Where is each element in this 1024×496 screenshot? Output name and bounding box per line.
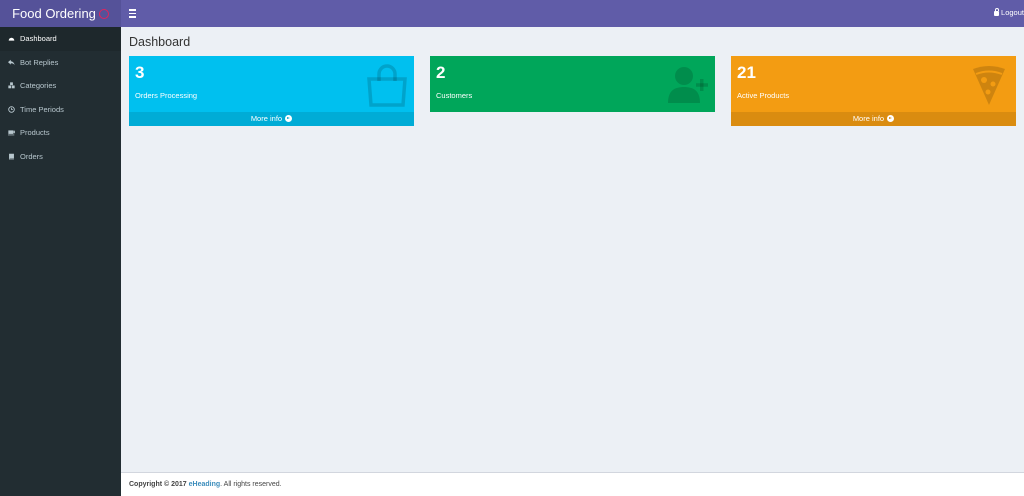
orders-processing-count: 3 [135, 63, 145, 82]
customers-count: 2 [436, 63, 446, 82]
active-products-count: 21 [737, 63, 756, 82]
book-icon [8, 153, 15, 160]
sidebar-item-orders[interactable]: Orders [0, 145, 121, 169]
orders-more-info-link[interactable]: More info [129, 112, 414, 126]
rights-text: . All rights reserved. [220, 481, 282, 488]
user-plus-icon [668, 67, 708, 103]
sidebar-item-bot-replies[interactable]: Bot Replies [0, 51, 121, 75]
sidebar-toggle-icon[interactable] [129, 7, 137, 19]
coffee-icon [8, 129, 15, 136]
logo-badge-icon [98, 8, 109, 19]
sidebar-item-dashboard[interactable]: Dashboard [0, 27, 121, 51]
sidebar: Dashboard Bot Replies Categories Time Pe… [0, 27, 121, 496]
orders-processing-label: Orders Processing [135, 91, 198, 100]
sidebar-item-time-periods[interactable]: Time Periods [0, 98, 121, 122]
clock-icon [8, 105, 15, 113]
page-title: Dashboard [129, 35, 191, 49]
more-info-label: More info [250, 114, 283, 123]
shopping-bag-icon [367, 64, 407, 107]
logout-button[interactable]: Logout [994, 8, 1024, 17]
reply-icon [8, 59, 15, 66]
app-logo[interactable]: Food Ordering [0, 0, 121, 27]
sidebar-item-label: Bot Replies [20, 57, 59, 67]
page-footer: Copyright © 2017 eHeading. All rights re… [121, 472, 1024, 496]
copyright-text: Copyright © 2017 [129, 481, 187, 488]
main-content: Dashboard 3 Orders Processing More info … [121, 27, 1024, 472]
logout-label: Logout [1001, 8, 1024, 17]
sidebar-item-label: Orders [20, 151, 43, 161]
customers-label: Customers [436, 91, 473, 100]
sidebar-item-label: Categories [20, 81, 57, 91]
pizza-icon [973, 66, 1005, 105]
sidebar-item-label: Time Periods [20, 104, 64, 114]
sidebar-item-categories[interactable]: Categories [0, 74, 121, 98]
sidebar-item-products[interactable]: Products [0, 121, 121, 145]
orders-processing-box: 3 Orders Processing More info [129, 56, 414, 126]
lock-icon [994, 8, 1000, 16]
dashboard-icon [8, 35, 15, 42]
sidebar-item-label: Dashboard [20, 34, 57, 44]
active-products-box: 21 Active Products More info [731, 56, 1016, 126]
arrow-circle-right-icon [285, 115, 293, 122]
active-products-label: Active Products [737, 91, 790, 100]
sidebar-item-label: Products [20, 128, 50, 138]
customers-box: 2 Customers [430, 56, 715, 112]
products-more-info-link[interactable]: More info [731, 112, 1016, 126]
app-title: Food Ordering [12, 6, 96, 21]
arrow-circle-right-icon [887, 115, 895, 122]
top-navbar: Logout [121, 0, 1024, 27]
cubes-icon [8, 82, 15, 89]
company-link[interactable]: eHeading [189, 481, 221, 488]
more-info-label: More info [852, 114, 885, 123]
